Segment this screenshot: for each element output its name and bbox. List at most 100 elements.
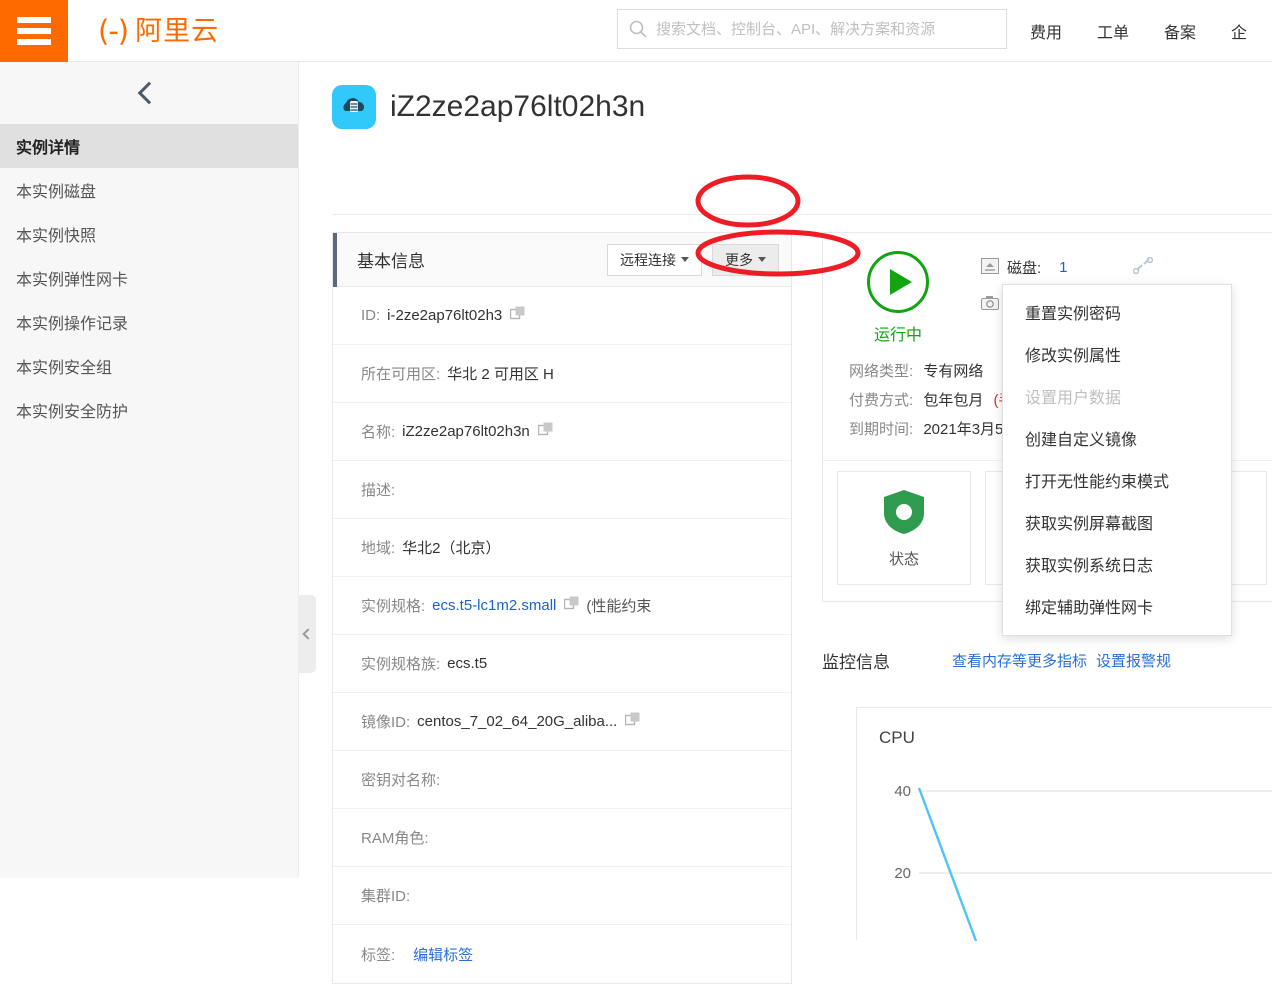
basic-info-card: 基本信息 远程连接 更多 ID: i-2ze2ap76lt02h3 所在可用区:	[332, 232, 792, 984]
search-icon	[628, 19, 648, 39]
page-title: iZ2ze2ap76lt02h3n	[390, 90, 645, 124]
sidebar: 实例详情 本实例磁盘 本实例快照 本实例弹性网卡 本实例操作记录 本实例安全组 …	[0, 62, 299, 878]
cpu-chart-svg: 40 20	[857, 756, 1272, 941]
info-label: 实例规格:	[361, 595, 425, 616]
menu-item-bind-secondary-eni[interactable]: 绑定辅助弹性网卡	[1003, 585, 1231, 627]
search-input[interactable]	[656, 21, 996, 38]
menu-item-reset-password[interactable]: 重置实例密码	[1003, 291, 1231, 333]
sidebar-item-label: 本实例弹性网卡	[16, 266, 128, 290]
chevron-left-small-icon	[302, 628, 313, 639]
info-label: 名称:	[361, 421, 395, 442]
edit-tags-link[interactable]: 编辑标签	[413, 944, 473, 965]
sidebar-drag-handle[interactable]	[299, 595, 316, 673]
count-item-disk: 磁盘: 1	[981, 257, 1133, 278]
snapshot-icon	[981, 295, 999, 315]
sidebar-item-label: 本实例快照	[16, 222, 96, 246]
copy-icon[interactable]	[510, 305, 527, 326]
mini-card-security-status[interactable]: 状态	[837, 471, 971, 585]
nav-item-fees[interactable]: 费用	[1030, 19, 1062, 43]
info-row-instance-type: 实例规格: ecs.t5-lc1m2.small (性能约束	[333, 577, 791, 635]
meta-value: 专有网络	[923, 363, 983, 380]
info-value: iZ2ze2ap76lt02h3n	[402, 423, 530, 440]
copy-icon[interactable]	[625, 711, 642, 732]
disk-count: 1	[1059, 259, 1067, 276]
copy-icon[interactable]	[564, 595, 581, 616]
basic-info-actions: 远程连接 更多	[607, 244, 779, 276]
sidebar-collapse-button[interactable]	[0, 62, 298, 124]
sidebar-item-security-protection[interactable]: 本实例安全防护	[0, 388, 298, 432]
info-row-key-pair: 密钥对名称:	[333, 751, 791, 809]
chevron-left-icon	[138, 82, 161, 105]
search-box[interactable]	[617, 9, 1007, 49]
info-note: (性能约束	[586, 595, 651, 616]
info-label: 地域:	[361, 537, 395, 558]
instance-state: 运行中	[823, 251, 973, 345]
info-row-image-id: 镜像ID: centos_7_02_64_20G_aliba...	[333, 693, 791, 751]
info-label: 镜像ID:	[361, 711, 410, 732]
top-header: (-) 阿里云 费用 工单 备案 企	[0, 0, 1272, 62]
nav-item-enterprise[interactable]: 企	[1231, 19, 1247, 43]
monitor-links: 查看内存等更多指标 设置报警规	[952, 650, 1171, 671]
cpu-chart-title: CPU	[879, 728, 915, 748]
chevron-down-icon	[758, 257, 766, 262]
remote-connect-button[interactable]: 远程连接	[607, 244, 702, 276]
ecs-instance-icon	[332, 85, 376, 129]
info-label: 描述:	[361, 479, 395, 500]
info-value: ecs.t5	[447, 655, 487, 672]
sidebar-item-snapshots[interactable]: 本实例快照	[0, 212, 298, 256]
menu-item-modify-attributes[interactable]: 修改实例属性	[1003, 333, 1231, 375]
info-row-tags: 标签: 编辑标签	[333, 925, 791, 983]
hamburger-icon[interactable]	[0, 0, 68, 62]
hamburger-bar	[17, 28, 51, 34]
sidebar-item-label: 本实例磁盘	[16, 178, 96, 202]
sidebar-item-operation-logs[interactable]: 本实例操作记录	[0, 300, 298, 344]
info-value[interactable]: ecs.t5-lc1m2.small	[432, 597, 556, 614]
set-alarm-rule-link[interactable]: 设置报警规	[1096, 650, 1171, 671]
sidebar-item-disks[interactable]: 本实例磁盘	[0, 168, 298, 212]
menu-item-get-screenshot[interactable]: 获取实例屏幕截图	[1003, 501, 1231, 543]
info-label: RAM角色:	[361, 827, 429, 848]
sidebar-item-security-groups[interactable]: 本实例安全组	[0, 344, 298, 388]
nav-item-tickets[interactable]: 工单	[1097, 19, 1129, 43]
page-divider	[332, 214, 1272, 215]
info-value: centos_7_02_64_20G_aliba...	[417, 713, 617, 730]
info-row-ram-role: RAM角色:	[333, 809, 791, 867]
more-label: 更多	[725, 250, 753, 270]
info-label: 密钥对名称:	[361, 769, 440, 790]
menu-item-label: 绑定辅助弹性网卡	[1025, 594, 1153, 618]
shield-icon	[878, 487, 930, 542]
copy-icon[interactable]	[538, 421, 555, 442]
disk-icon	[981, 258, 999, 278]
menu-item-get-system-log[interactable]: 获取实例系统日志	[1003, 543, 1231, 585]
more-button[interactable]: 更多	[712, 244, 779, 276]
basic-info-title: 基本信息	[357, 247, 425, 272]
sidebar-item-label: 本实例操作记录	[16, 310, 128, 334]
info-row-cluster-id: 集群ID:	[333, 867, 791, 925]
hamburger-bar	[17, 17, 51, 23]
meta-value: 包年包月	[923, 392, 983, 409]
brand-logo[interactable]: (-) 阿里云	[98, 12, 219, 50]
info-label: ID:	[361, 307, 380, 324]
cpu-chart-card: CPU 40 20	[856, 707, 1272, 940]
brand-name: 阿里云	[135, 12, 219, 50]
mini-card-label: 状态	[889, 548, 919, 569]
sidebar-item-enis[interactable]: 本实例弹性网卡	[0, 256, 298, 300]
play-triangle	[890, 269, 912, 295]
menu-item-label: 打开无性能约束模式	[1025, 468, 1169, 492]
menu-item-label: 创建自定义镜像	[1025, 426, 1137, 450]
hamburger-bar	[17, 39, 51, 45]
info-row-zone: 所在可用区: 华北 2 可用区 H	[333, 345, 791, 403]
sidebar-item-instance-details[interactable]: 实例详情	[0, 124, 298, 168]
menu-item-enable-unlimited-mode[interactable]: 打开无性能约束模式	[1003, 459, 1231, 501]
meta-label: 付费方式:	[849, 392, 913, 409]
nav-item-icp[interactable]: 备案	[1164, 19, 1196, 43]
remote-connect-label: 远程连接	[620, 250, 676, 270]
sidebar-item-label: 实例详情	[16, 134, 80, 158]
meta-label: 网络类型:	[849, 363, 913, 380]
menu-item-label: 获取实例系统日志	[1025, 552, 1153, 576]
menu-item-label: 设置用户数据	[1025, 384, 1121, 408]
info-label: 标签:	[361, 944, 395, 965]
menu-item-create-custom-image[interactable]: 创建自定义镜像	[1003, 417, 1231, 459]
view-more-metrics-link[interactable]: 查看内存等更多指标	[952, 650, 1087, 671]
basic-info-header: 基本信息 远程连接 更多	[333, 233, 791, 287]
